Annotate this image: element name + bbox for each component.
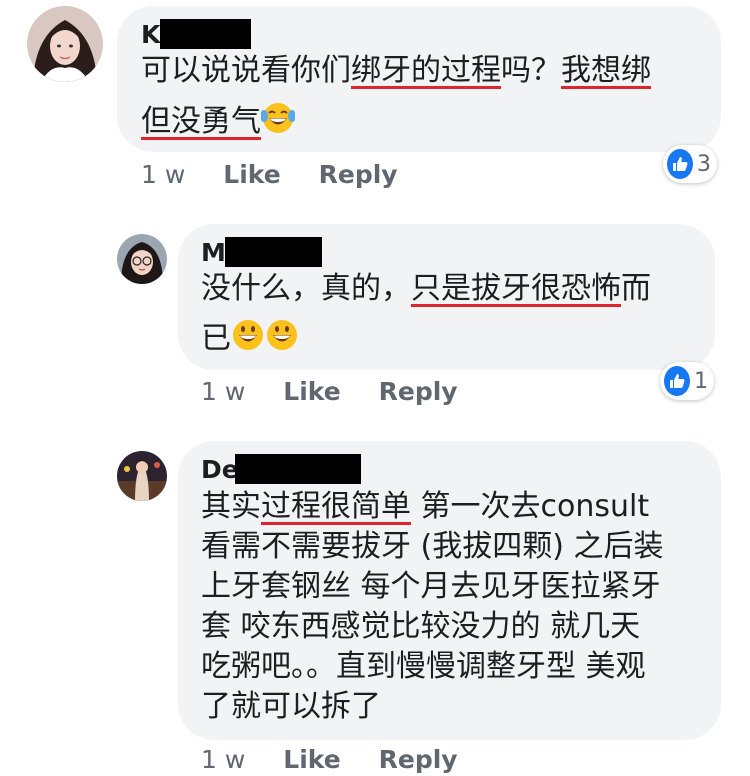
underlined-text: 我想绑 [561,53,651,88]
avatar[interactable] [117,234,167,284]
like-button[interactable]: Like [283,745,340,774]
comment-text: 已 [201,321,231,356]
comment-text: 套 咬东西感觉比较没力的 就几天 [201,609,641,644]
redaction-bar [160,19,251,49]
comment-author[interactable]: M [201,239,226,267]
like-button[interactable]: Like [283,377,340,406]
comment-text: 第一次去consult [411,489,650,524]
comment-text: 看需不需要拔牙 (我拔四颗) 之后装 [201,529,664,564]
grin-emoji-icon [231,318,265,361]
like-reaction-icon [667,149,693,179]
comment-text: 了就可以拆了 [201,689,381,724]
underlined-text: 只是拔牙很恐怖 [411,271,621,306]
comment-text-line: 上牙套钢丝 每个月去见牙医拉紧牙 [201,569,661,605]
underlined-text: 过程很简单 [261,489,411,524]
timestamp[interactable]: 1 w [201,745,245,774]
timestamp[interactable]: 1 w [201,377,245,406]
reply-button[interactable]: Reply [379,745,458,774]
reply-button[interactable]: Reply [379,377,458,406]
comment-text: 没什么，真的， [201,271,411,306]
comment-text-line: 套 咬东西感觉比较没力的 就几天 [201,609,640,645]
like-reaction-icon [664,366,690,396]
grin-emoji-icon [265,318,299,361]
comment-text-line: 但没勇气 [141,101,296,144]
underlined-text: 但没勇气 [141,104,261,139]
avatar[interactable] [117,451,167,501]
comment-author[interactable]: K [141,21,160,49]
comment-meta: 1 w Like Reply [201,377,458,407]
comment-text-line: 没什么，真的，只是拔牙很恐怖而 [201,271,651,307]
like-button[interactable]: Like [223,160,280,189]
reaction-count: 3 [697,151,711,177]
comment-text-line: 了就可以拆了 [201,689,381,725]
comment-author[interactable]: De [201,456,239,484]
underlined-text: 绑牙的过程 [351,53,501,88]
comment-text: 可以说说看你们 [141,53,351,88]
reaction-summary[interactable]: 3 [663,145,717,183]
comment-text-line: 看需不需要拔牙 (我拔四颗) 之后装 [201,529,663,565]
comment-text-line: 吃粥吧。。直到慢慢调整牙型 美观 [201,649,646,685]
comment-meta: 1 w Like Reply [141,160,398,190]
comment-text-line: 其实过程很简单 第一次去consult [201,489,649,525]
redaction-bar [235,454,361,484]
comment-text: 而 [621,271,651,306]
timestamp[interactable]: 1 w [141,160,185,189]
laugh-cry-emoji-icon [260,101,296,144]
reply-button[interactable]: Reply [319,160,398,189]
comment-text-line: 可以说说看你们绑牙的过程吗？我想绑 [141,53,651,89]
redaction-bar [225,237,322,267]
comment-meta: 1 w Like Reply [201,745,458,775]
comment-text: 吗？ [501,53,561,88]
comment-text: 其实 [201,489,261,524]
reaction-summary[interactable]: 1 [660,362,714,400]
comment-text: 吃粥吧。。直到慢慢调整牙型 美观 [201,649,646,684]
reaction-count: 1 [694,368,708,394]
comment-text: 上牙套钢丝 每个月去见牙医拉紧牙 [201,569,661,604]
avatar[interactable] [27,6,103,82]
comment-text-line: 已 [201,318,299,361]
